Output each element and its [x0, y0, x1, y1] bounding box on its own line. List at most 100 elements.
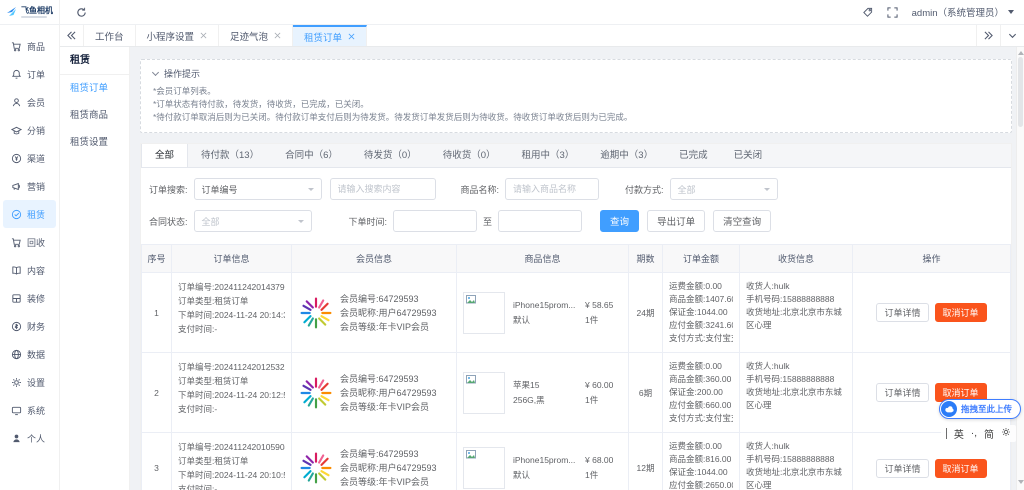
order-search-label: 订单搜索: — [149, 184, 188, 195]
brand-logo[interactable]: 飞鱼相机 — [0, 0, 60, 24]
order-detail-button[interactable]: 订单详情 — [876, 303, 929, 322]
sidebar-item-decoration[interactable]: 装修 — [3, 284, 56, 312]
product-image — [463, 291, 505, 334]
tab-rental-orders[interactable]: 租赁订单 — [293, 25, 368, 46]
contract-status-label: 合同状态: — [149, 216, 188, 227]
col-header-delivery: 收货信息 — [740, 245, 853, 272]
status-tab-renting[interactable]: 租用中（3） — [508, 144, 587, 167]
cell-member-info: 会员编号:64729593 会员昵称:用户64729593 会员等级:年卡VIP… — [292, 273, 457, 352]
tabs-forward-icon[interactable] — [976, 25, 1000, 46]
sidebar-item-settings[interactable]: 设置 — [3, 368, 56, 396]
refresh-icon[interactable] — [76, 7, 87, 18]
user-menu[interactable]: admin（系统管理员） — [912, 5, 1014, 19]
sidebar-item-marketing[interactable]: 营销 — [3, 172, 56, 200]
col-header-amount: 订单金额 — [663, 245, 740, 272]
cell-index: 3 — [142, 433, 172, 490]
status-tab-all[interactable]: 全部 — [141, 144, 189, 167]
tab-workbench[interactable]: 工作台 — [84, 25, 136, 46]
top-bar: 飞鱼相机 admin（系统管理员） — [0, 0, 1024, 25]
order-detail-button[interactable]: 订单详情 — [876, 383, 929, 402]
sidebar-item-members[interactable]: 会员 — [3, 88, 56, 116]
tab-footprint-bubble[interactable]: 足迹气泡 — [219, 25, 294, 46]
clear-search-button[interactable]: 清空查询 — [713, 210, 772, 232]
collapse-tabs-icon[interactable] — [60, 25, 84, 46]
col-header-actions: 操作 — [922, 254, 941, 264]
sidebar-item-label: 商品 — [27, 41, 46, 52]
sidebar-item-goods[interactable]: 商品 — [3, 32, 56, 60]
fullscreen-icon[interactable] — [887, 6, 898, 18]
status-tab-to-receive[interactable]: 待收货（0） — [430, 144, 509, 167]
contract-status-select[interactable]: 全部 — [193, 210, 312, 232]
sidebar-item-system[interactable]: 系统 — [3, 396, 56, 424]
order-time-label: 下单时间: — [348, 216, 388, 227]
cell-order-amount: 运费金额:0.00 商品金额:360.00 保证金:200.00 应付金额:66… — [663, 353, 740, 432]
ime-mode-toggle[interactable]: 简 — [984, 426, 994, 441]
sidebar-item-recycle[interactable]: 回收 — [3, 228, 56, 256]
order-time-start-input[interactable] — [393, 210, 478, 232]
cell-order-info: 订单编号:202411242012532742 订单类型:租赁订单 下单时间:2… — [172, 353, 292, 432]
status-tab-closed[interactable]: 已关闭 — [721, 144, 776, 167]
tips-header[interactable]: 操作提示 — [151, 67, 999, 80]
status-tab-to-ship[interactable]: 待发货（0） — [351, 144, 430, 167]
drag-upload-button[interactable]: 拖拽至此上传 — [938, 399, 1021, 419]
submenu-item-rental-orders[interactable]: 租赁订单 — [60, 75, 129, 102]
search-button[interactable]: 查询 — [600, 210, 640, 232]
scrollbar-up-icon[interactable] — [1018, 51, 1024, 55]
sidebar-item-finance[interactable]: 财务 — [3, 312, 56, 340]
order-search-type-select[interactable]: 订单编号 — [193, 178, 322, 200]
user-label: admin（系统管理员） — [911, 8, 1004, 19]
submenu-item-rental-settings[interactable]: 租赁设置 — [60, 129, 129, 156]
status-tab-overdue[interactable]: 逾期中（3） — [587, 144, 666, 167]
status-tab-pending-payment[interactable]: 待付款（13） — [188, 144, 272, 167]
submenu-title: 租赁 — [60, 47, 129, 75]
sidebar-item-content[interactable]: 内容 — [3, 256, 56, 284]
cell-index: 2 — [142, 353, 172, 432]
ime-language-toggle[interactable]: 英 — [954, 426, 964, 441]
scrollbar-down-icon[interactable] — [1018, 480, 1024, 484]
tabs-dropdown-icon[interactable] — [1000, 25, 1024, 46]
brand-logo-icon — [7, 7, 16, 16]
cell-delivery-info: 收货人:hulk 手机号码:15888888888 收货地址:北京北京市东城区心… — [740, 273, 853, 352]
system-icon — [11, 406, 22, 415]
sidebar-item-channels[interactable]: 渠道 — [3, 144, 56, 172]
cell-actions: 订单详情 取消订单 — [853, 273, 1010, 352]
pay-method-select[interactable]: 全部 — [669, 178, 778, 200]
tab-close-icon[interactable] — [348, 33, 355, 40]
product-name-input[interactable] — [505, 178, 600, 200]
settings-gear-icon — [12, 377, 21, 387]
submenu-item-rental-goods[interactable]: 租赁商品 — [60, 102, 129, 129]
sidebar-item-distribution[interactable]: 分销 — [3, 116, 56, 144]
chevron-down-icon — [151, 68, 160, 77]
export-orders-button[interactable]: 导出订单 — [647, 210, 706, 232]
cancel-order-button[interactable]: 取消订单 — [934, 458, 987, 478]
order-detail-button[interactable]: 订单详情 — [876, 458, 929, 478]
ime-toolbar[interactable]: 英 ·, 简 — [940, 425, 1016, 442]
scrollbar-thumb[interactable] — [1018, 57, 1023, 127]
sidebar-item-label: 财务 — [27, 321, 46, 332]
ime-settings-icon[interactable] — [1001, 427, 1011, 440]
order-time-end-input[interactable] — [498, 210, 583, 232]
sidebar-item-orders[interactable]: 订单 — [3, 60, 56, 88]
orders-panel: 全部 待付款（13） 合同中（6） 待发货（0） 待收货（0） 租用中（3） 逾… — [140, 143, 1012, 490]
tab-close-icon[interactable] — [274, 32, 281, 39]
status-tab-in-contract[interactable]: 合同中（6） — [272, 144, 351, 167]
cancel-order-button[interactable]: 取消订单 — [934, 303, 987, 322]
sidebar-item-label: 租赁 — [27, 209, 46, 220]
tab-miniprogram-settings[interactable]: 小程序设置 — [135, 25, 220, 46]
sidebar-item-rental[interactable]: 租赁 — [3, 200, 56, 228]
sidebar-item-data[interactable]: 数据 — [3, 340, 56, 368]
brand-subtitle-line — [21, 16, 47, 18]
table-header-row: 序号 订单信息 会员信息 商品信息 期数 订单金额 收货信息 操作 — [142, 245, 1010, 273]
sidebar-item-personal[interactable]: 个人 — [3, 424, 56, 452]
tag-icon[interactable] — [862, 7, 873, 18]
status-tab-completed[interactable]: 已完成 — [666, 144, 721, 167]
tips-line: *待付款订单取消后则为已关闭。待付款订单支付后则为待发货。待发货订单发货后则为待… — [153, 112, 633, 122]
order-search-input[interactable] — [329, 178, 436, 200]
sidebar-item-label: 会员 — [27, 97, 46, 108]
cell-periods: 6期 — [629, 353, 663, 432]
page-scrollbar[interactable] — [1016, 47, 1024, 490]
tab-close-icon[interactable] — [200, 32, 207, 39]
pay-method-label: 付款方式: — [625, 184, 664, 195]
distribution-icon — [11, 126, 22, 134]
ime-punctuation-toggle[interactable]: ·, — [971, 428, 977, 439]
